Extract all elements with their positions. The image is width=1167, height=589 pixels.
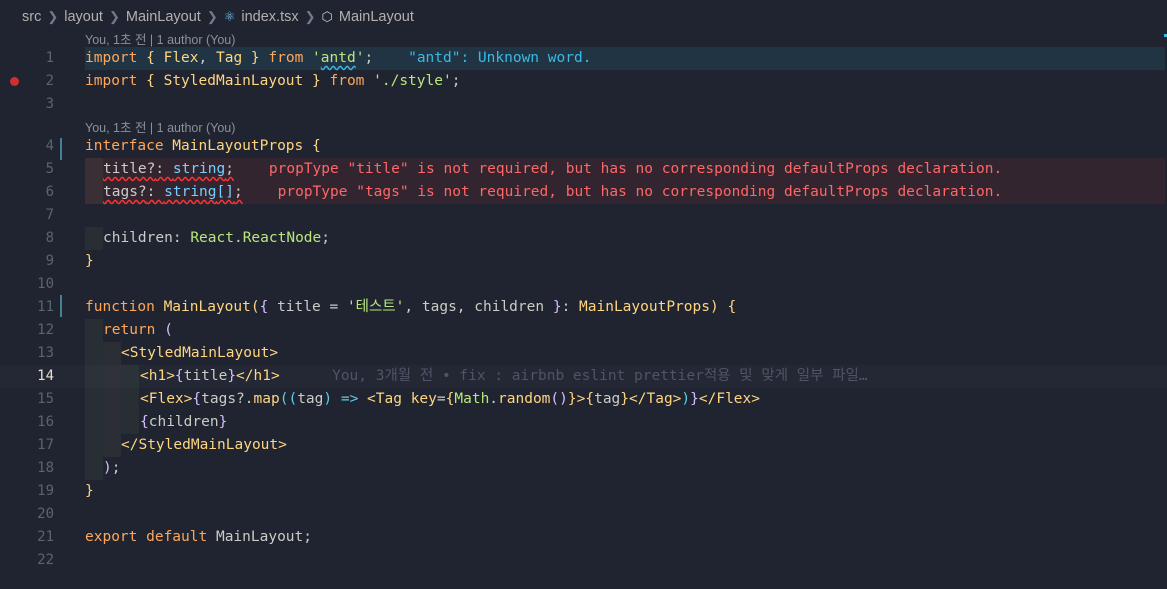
code-line-1[interactable]: 1 import { Flex, Tag } from 'antd'; "ant… [0,47,1167,70]
line-content: import { Flex, Tag } from 'antd'; "antd"… [85,50,592,66]
code-line-2[interactable]: 2 import { StyledMainLayout } from './st… [0,70,1167,93]
line-number: 19 [37,483,54,499]
breadcrumb-symbol[interactable]: MainLayout [339,9,414,25]
line-number: 3 [45,96,54,112]
chevron-right-icon: ❯ [108,9,120,24]
diagnostic-error: propType "title" is not required, but ha… [268,161,1003,177]
line-content: title?: string; propType "title" is not … [103,161,1003,177]
line-content: } [85,483,94,499]
line-number: 6 [45,184,54,200]
line-number: 22 [37,552,54,568]
breadcrumb-file[interactable]: index.tsx [241,9,298,25]
react-icon: ⚛ [223,9,236,24]
line-number: 16 [37,414,54,430]
chevron-right-icon: ❯ [206,9,218,24]
code-line-12[interactable]: 12 return ( [0,319,1167,342]
breadcrumb: src ❯ layout ❯ MainLayout ❯ ⚛ index.tsx … [0,0,1167,34]
code-line-21[interactable]: 21 export default MainLayout; [0,526,1167,549]
line-number: 1 [45,50,54,66]
line-number: 13 [37,345,54,361]
line-content: {children} [140,414,228,430]
code-line-18[interactable]: 18 ); [0,457,1167,480]
line-number: 20 [37,506,54,522]
line-number: 11 [37,299,54,315]
line-number: 7 [45,207,54,223]
line-number: 14 [37,368,54,384]
breadcrumb-mainlayout-folder[interactable]: MainLayout [126,9,201,25]
chevron-right-icon: ❯ [47,9,59,24]
line-number: 8 [45,230,54,246]
line-content: function MainLayout({ title = '테스트', tag… [85,299,737,315]
line-content: children: React.ReactNode; [103,230,331,246]
line-content: } [85,253,94,269]
code-line-15[interactable]: 15 <Flex>{tags?.map((tag) => <Tag key={M… [0,388,1167,411]
line-number: 2 [45,73,54,89]
code-line-17[interactable]: 17 </StyledMainLayout> [0,434,1167,457]
code-editor[interactable]: You, 1초 전 | 1 author (You) 1 import { Fl… [0,33,1167,589]
code-line-16[interactable]: 16 {children} [0,411,1167,434]
diagnostic-error: propType "tags" is not required, but has… [277,184,1003,200]
breadcrumb-layout[interactable]: layout [64,9,103,25]
line-number: 18 [37,460,54,476]
line-number: 9 [45,253,54,269]
line-content: export default MainLayout; [85,529,312,545]
line-number: 21 [37,529,54,545]
line-content: ); [103,460,121,476]
code-line-20[interactable]: 20 [0,503,1167,526]
code-line-14[interactable]: 14 <h1>{title}</h1> You, 3개월 전 • fix : a… [0,365,1167,388]
code-line-19[interactable]: 19 } [0,480,1167,503]
line-number: 4 [45,138,54,154]
diagnostic-info: "antd": Unknown word. [408,50,592,66]
git-blame-annotation: You, 3개월 전 • fix : airbnb eslint prettie… [332,368,868,384]
code-line-8[interactable]: 8 children: React.ReactNode; [0,227,1167,250]
breadcrumb-src[interactable]: src [22,9,41,25]
line-number: 17 [37,437,54,453]
code-line-11[interactable]: 11 function MainLayout({ title = '테스트', … [0,296,1167,319]
line-number: 12 [37,322,54,338]
code-line-22[interactable]: 22 [0,549,1167,572]
code-line-6[interactable]: 6 tags?: string[]; propType "tags" is no… [0,181,1167,204]
code-line-4[interactable]: 4 interface MainLayoutProps { [0,135,1167,158]
code-line-9[interactable]: 9 } [0,250,1167,273]
code-line-5[interactable]: 5 title?: string; propType "title" is no… [0,158,1167,181]
line-number: 10 [37,276,54,292]
line-content: </StyledMainLayout> [121,437,287,453]
cube-icon: ⬡ [321,9,333,24]
line-number: 5 [45,161,54,177]
code-line-13[interactable]: 13 <StyledMainLayout> [0,342,1167,365]
code-line-10[interactable]: 10 [0,273,1167,296]
line-content: return ( [103,322,173,338]
line-content: <Flex>{tags?.map((tag) => <Tag key={Math… [140,391,760,407]
chevron-right-icon: ❯ [304,9,316,24]
line-content: import { StyledMainLayout } from './styl… [85,73,461,89]
line-number: 15 [37,391,54,407]
code-line-7[interactable]: 7 [0,204,1167,227]
line-content: tags?: string[]; propType "tags" is not … [103,184,1003,200]
line-content: <h1>{title}</h1> You, 3개월 전 • fix : airb… [140,368,868,384]
line-content: interface MainLayoutProps { [85,138,321,154]
code-line-3[interactable]: 3 [0,93,1167,116]
line-content: <StyledMainLayout> [121,345,279,361]
